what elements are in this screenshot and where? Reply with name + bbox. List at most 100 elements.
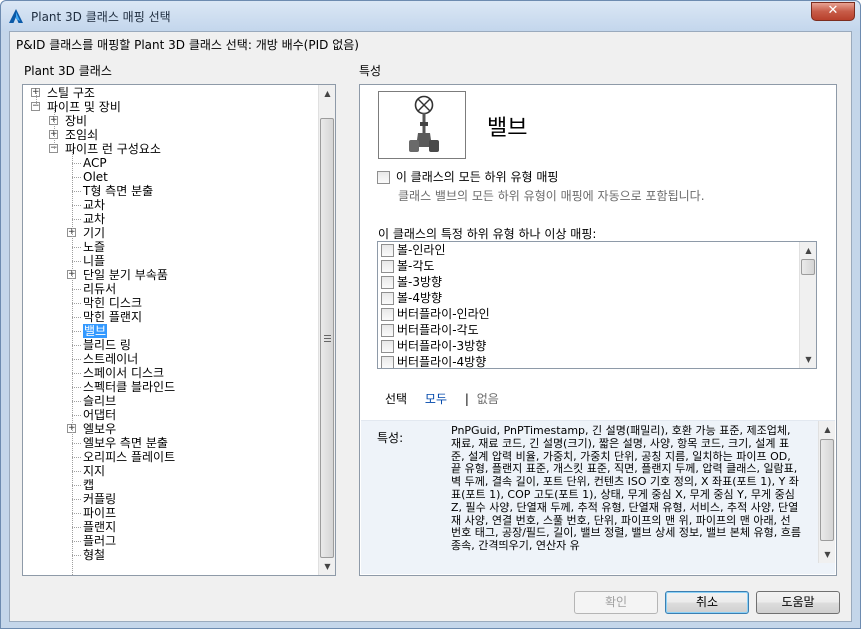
tree-item-label: 플랜지	[83, 520, 117, 534]
tree-item-label: 형철	[83, 548, 106, 562]
tree-item[interactable]: 파이프	[83, 506, 116, 520]
select-none-link[interactable]: 없음	[477, 392, 499, 406]
props-scroll-thumb[interactable]	[820, 439, 834, 541]
map-all-subtypes-checkbox[interactable]	[377, 171, 390, 184]
tree-item[interactable]: 막힌 디스크	[83, 296, 142, 310]
valve-icon	[409, 95, 439, 152]
subtype-item[interactable]: 볼-4방향	[381, 290, 442, 306]
ok-button[interactable]: 확인	[574, 591, 658, 614]
select-all-link[interactable]: 모두	[425, 392, 447, 406]
subtype-checkbox[interactable]	[381, 340, 394, 353]
tree-item[interactable]: 단일 분기 부속품	[83, 268, 168, 282]
subtype-item[interactable]: 볼-각도	[381, 258, 434, 274]
scroll-thumb[interactable]	[320, 118, 334, 558]
tree-item[interactable]: 커플링	[83, 492, 116, 506]
subtype-item[interactable]: 버터플라이-각도	[381, 322, 479, 338]
props-scroll-down-arrow-icon[interactable]: ▼	[819, 546, 836, 563]
tree-item-label: 파이프	[83, 506, 117, 520]
properties-scrollbar[interactable]: ▲ ▼	[818, 421, 835, 563]
tree-item[interactable]: 스틸 구조	[47, 86, 95, 100]
subtype-scroll-thumb[interactable]	[801, 259, 815, 275]
subtype-scroll-up-arrow-icon[interactable]: ▲	[800, 242, 816, 259]
tree-item[interactable]: 스트레이너	[83, 352, 138, 366]
subtype-label: 버터플라이-인라인	[397, 307, 490, 321]
tree-item[interactable]: 교차	[83, 198, 105, 212]
subtype-checkbox[interactable]	[381, 276, 394, 289]
tree-item[interactable]: 교차	[83, 212, 105, 226]
tree-item[interactable]: 막힌 플랜지	[83, 310, 142, 324]
subtype-checkbox[interactable]	[381, 324, 394, 337]
tree-item-label: T형 측면 분출	[83, 184, 154, 198]
tree-item[interactable]: 밸브	[83, 324, 108, 338]
subtype-item[interactable]: 버터플라이-4방향	[381, 354, 486, 368]
scroll-down-arrow-icon[interactable]: ▼	[319, 558, 336, 575]
tree-item[interactable]: 슬리브	[83, 394, 116, 408]
subtype-checkbox[interactable]	[381, 356, 394, 368]
tree-item[interactable]: 엘보우 측면 분출	[83, 436, 168, 450]
subtype-checkbox[interactable]	[381, 260, 394, 273]
tree-item[interactable]: 스페이서 디스크	[83, 366, 164, 380]
help-button[interactable]: 도움말	[756, 591, 840, 614]
tree-content: + 스틸 구조 − 파이프 및 장비 + 장비 + 조임쇠 − 파이프 런 구성요소 ACP Olet…	[23, 85, 319, 575]
subtype-label: 버터플라이-3방향	[397, 339, 487, 353]
subtype-scrollbar[interactable]: ▲ ▼	[799, 242, 816, 368]
tree-item[interactable]: T형 측면 분출	[83, 184, 153, 198]
props-scroll-up-arrow-icon[interactable]: ▲	[819, 421, 836, 438]
subtype-item[interactable]: 볼-인라인	[381, 242, 446, 258]
tree-item-label: 커플링	[83, 492, 117, 506]
tree-item-label: 단일 분기 부속품	[83, 268, 168, 282]
tree-item[interactable]: 파이프 런 구성요소	[65, 142, 161, 156]
map-all-subtypes-checkbox-row[interactable]: 이 클래스의 모든 하위 유형 매핑	[377, 168, 558, 185]
tree-item[interactable]: 스펙터클 블라인드	[83, 380, 175, 394]
tree-item[interactable]: 기기	[83, 226, 105, 240]
cancel-button[interactable]: 취소	[665, 591, 749, 614]
tree-item[interactable]: 지지	[83, 464, 105, 478]
tree-scrollbar[interactable]: ▲ ▼	[318, 85, 335, 575]
tree-item-label: 기기	[83, 226, 106, 240]
tree-item[interactable]: 캡	[83, 478, 94, 492]
subtype-scroll-down-arrow-icon[interactable]: ▼	[800, 351, 816, 368]
tree-item[interactable]: 어댑터	[83, 408, 116, 422]
title-bar[interactable]: Plant 3D 클래스 매핑 선택 ✕	[1, 1, 860, 31]
class-tree[interactable]: + 스틸 구조 − 파이프 및 장비 + 장비 + 조임쇠 − 파이프 런 구성요소 ACP Olet…	[22, 84, 336, 576]
tree-item-label: 밸브	[83, 324, 108, 338]
tree-item-label: 장비	[65, 114, 88, 128]
tree-item-label: 스펙터클 블라인드	[83, 380, 176, 394]
tree-item[interactable]: 플랜지	[83, 520, 116, 534]
tree-item[interactable]: 파이프 및 장비	[47, 100, 121, 114]
tree-item-label: 노즐	[83, 240, 106, 254]
tree-item-label: 슬리브	[83, 394, 117, 408]
tree-item[interactable]: 오리피스 플레이트	[83, 450, 175, 464]
tree-item-label: 엘보우 측면 분출	[83, 436, 168, 450]
subtype-item[interactable]: 버터플라이-3방향	[381, 338, 486, 354]
subtype-item[interactable]: 버터플라이-인라인	[381, 306, 490, 322]
tree-item[interactable]: 형철	[83, 548, 105, 562]
tree-item[interactable]: 리듀서	[83, 282, 116, 296]
tree-item[interactable]: ACP	[83, 156, 107, 170]
subtype-checkbox[interactable]	[381, 292, 394, 305]
subtype-checkbox[interactable]	[381, 244, 394, 257]
tree-item[interactable]: 니플	[83, 254, 105, 268]
tree-item-label: 조임쇠	[65, 128, 99, 142]
tree-item-label: Olet	[83, 170, 108, 184]
subtype-checkbox[interactable]	[381, 308, 394, 321]
scroll-up-arrow-icon[interactable]: ▲	[319, 85, 336, 102]
tree-item[interactable]: Olet	[83, 170, 108, 184]
map-all-description: 클래스 밸브의 모든 하위 유형이 매핑에 자동으로 포함됩니다.	[398, 189, 705, 203]
subtype-label: 볼-4방향	[397, 291, 443, 305]
tree-item-label: 스틸 구조	[47, 86, 95, 100]
tree-item[interactable]: 노즐	[83, 240, 105, 254]
tree-item[interactable]: 엘보우	[83, 422, 116, 436]
subtype-label: 볼-각도	[397, 259, 435, 273]
tree-item[interactable]: 조임쇠	[65, 128, 98, 142]
window-title: Plant 3D 클래스 매핑 선택	[31, 10, 171, 24]
map-all-subtypes-label: 이 클래스의 모든 하위 유형 매핑	[395, 170, 559, 184]
subtype-item[interactable]: 볼-3방향	[381, 274, 442, 290]
subtype-label: 볼-3방향	[397, 275, 443, 289]
tree-item[interactable]: 장비	[65, 114, 87, 128]
subtype-list[interactable]: 볼-인라인 볼-각도 볼-3방향 볼-4방향 버터플라이-인라인 버터플라이-각도 버터플라…	[377, 241, 817, 369]
tree-item[interactable]: 플러그	[83, 534, 116, 548]
tree-item[interactable]: 블리드 링	[83, 338, 131, 352]
close-button[interactable]: ✕	[811, 2, 855, 21]
tree-item-label: 플러그	[83, 534, 117, 548]
